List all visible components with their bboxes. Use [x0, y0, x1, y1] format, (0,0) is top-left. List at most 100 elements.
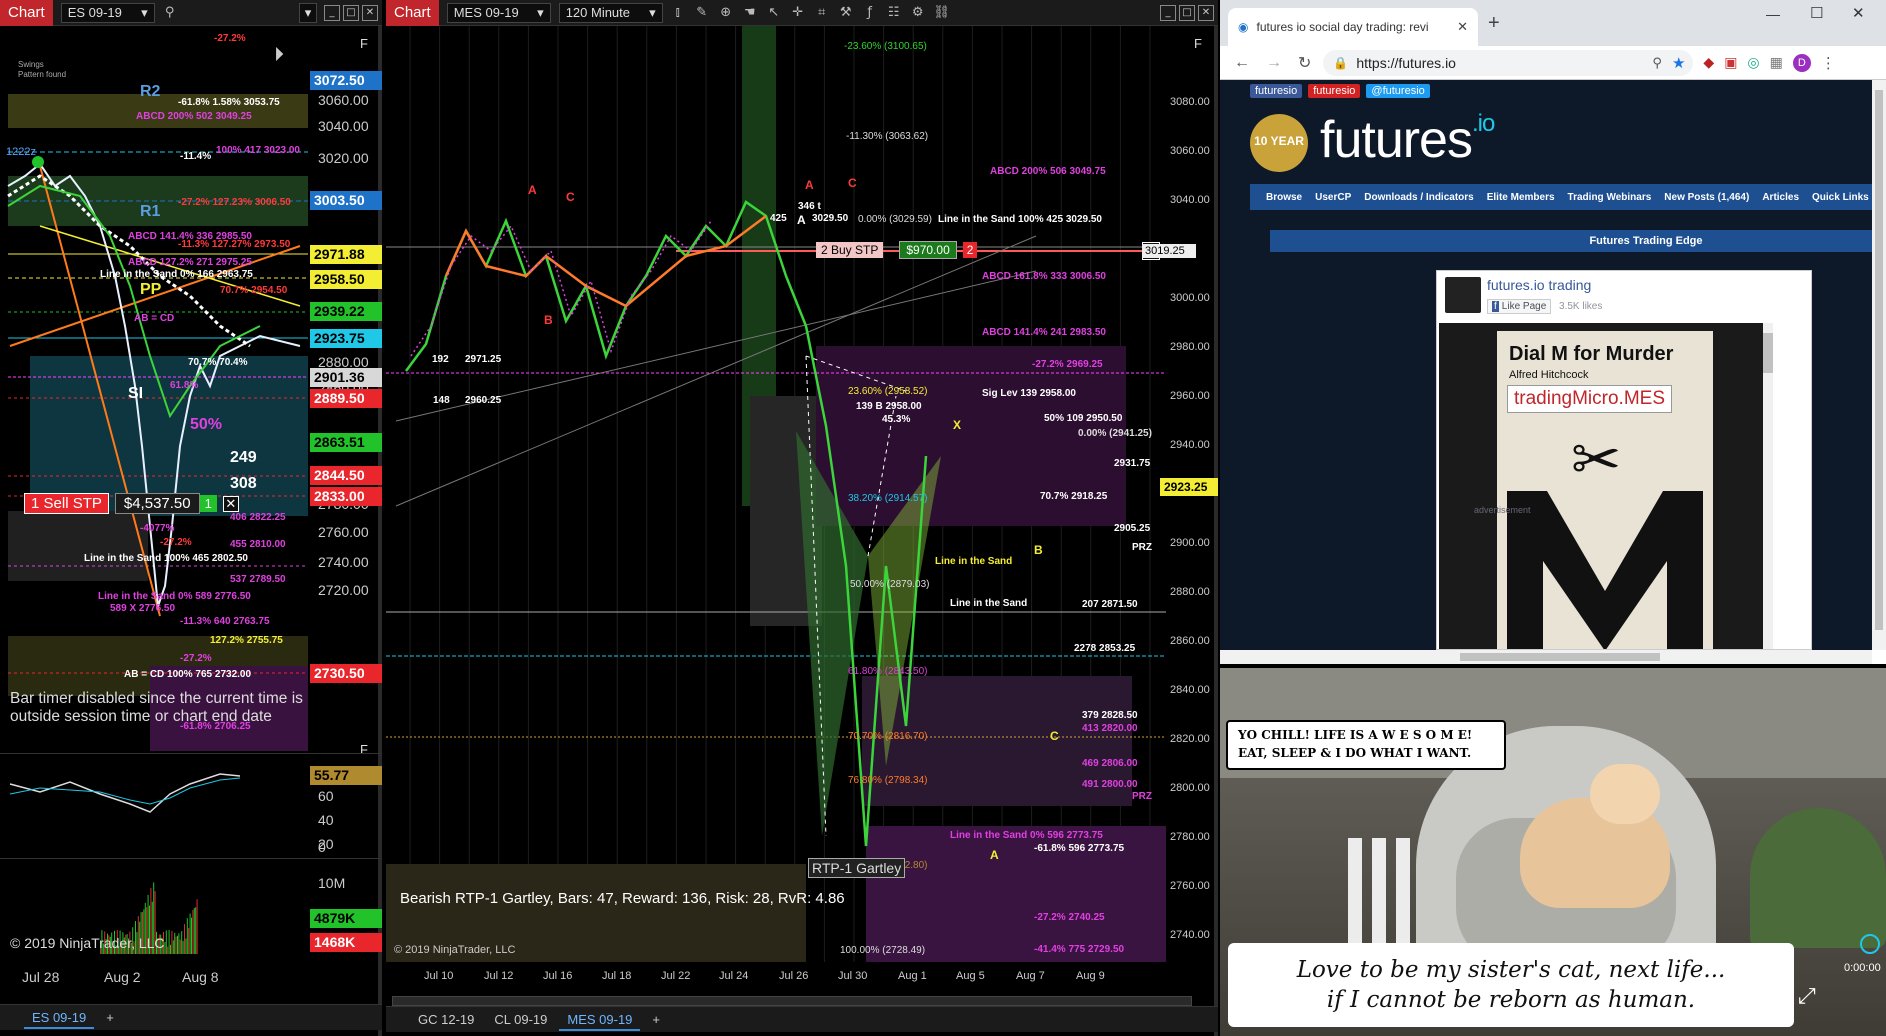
horizontal-scrollbar[interactable]: [1220, 650, 1872, 664]
indicators-icon[interactable]: ƒ: [861, 4, 879, 22]
post-scrollbar[interactable]: [1763, 323, 1773, 649]
fb-page-name[interactable]: futures.io trading: [1487, 277, 1591, 293]
price-box: 2730.50: [310, 664, 382, 683]
minimize-icon[interactable]: —: [1766, 6, 1780, 22]
sell-order-pnl: $4,537.50: [114, 493, 200, 514]
level-label: 70.7% 70.4%: [188, 357, 248, 368]
swing-label: C: [1050, 729, 1059, 743]
site-nav: Browse UserCP Downloads / Indicators Elite …: [1250, 184, 1872, 210]
link-icon[interactable]: ⛓: [933, 4, 951, 22]
extension-icon[interactable]: ◎: [1747, 54, 1759, 71]
add-tab-button[interactable]: +: [644, 1009, 668, 1031]
drawing-tools-icon[interactable]: ⌗: [813, 4, 831, 22]
add-tab-button[interactable]: +: [98, 1007, 122, 1029]
maximize-icon[interactable]: □: [1179, 4, 1195, 21]
new-tab-button[interactable]: +: [1488, 12, 1500, 35]
tab-es-09-19[interactable]: ES 09-19: [24, 1007, 95, 1029]
interval-select[interactable]: 120 Minute ▾: [558, 2, 663, 23]
menu-icon[interactable]: ⋮: [1821, 54, 1836, 72]
close-icon[interactable]: ✕: [362, 4, 378, 21]
level-label: 70.7% 2954.50: [220, 285, 288, 296]
hand-icon[interactable]: ☚: [741, 4, 759, 22]
close-icon[interactable]: ✕: [1457, 19, 1468, 35]
right-chart-label[interactable]: Chart: [386, 0, 439, 26]
avatar[interactable]: D: [1792, 53, 1811, 72]
maximize-icon[interactable]: □: [343, 4, 359, 21]
video-time: 0:00:00: [1844, 962, 1881, 974]
play-indicator[interactable]: ⏵: [274, 44, 284, 67]
tab-mes-09-19[interactable]: MES 09-19: [559, 1009, 641, 1031]
left-x-label: Aug 2: [104, 969, 141, 985]
left-mini-select[interactable]: ▾: [299, 2, 317, 23]
left-sell-order[interactable]: 1 Sell STP $4,537.50 1 ✕: [24, 493, 239, 514]
fullscreen-icon[interactable]: ⤢: [1798, 984, 1816, 1009]
right-instrument-select[interactable]: MES 09-19 ▾: [446, 2, 551, 23]
site-nav-item[interactable]: Quick Links: [1812, 192, 1869, 203]
forward-icon[interactable]: →: [1266, 54, 1282, 72]
search-icon[interactable]: ⚲: [161, 4, 179, 22]
minimize-icon[interactable]: _: [324, 4, 340, 21]
cat-head: [1590, 764, 1660, 824]
star-icon[interactable]: ★: [1672, 54, 1685, 72]
bar-type-icon[interactable]: ⫾: [669, 4, 687, 22]
close-icon[interactable]: ✕: [222, 495, 239, 512]
cursor-icon[interactable]: ↖: [765, 4, 783, 22]
tab-gc-12-19[interactable]: GC 12-19: [410, 1009, 482, 1031]
level-label: 589 X 2776.50: [110, 603, 176, 614]
buy-order-label[interactable]: 2 Buy STP: [816, 242, 884, 258]
page-scrollbar[interactable]: [1872, 80, 1886, 650]
data-box-icon[interactable]: ☷: [885, 4, 903, 22]
fb-like-button[interactable]: f Like Page: [1487, 299, 1552, 314]
horizontal-scrollbar[interactable]: [392, 996, 1192, 1006]
level-label: PRZ: [1132, 542, 1152, 553]
volume-bar: [181, 931, 183, 954]
extension-icon[interactable]: ▣: [1724, 54, 1737, 71]
right-axis-label: 2900.00: [1170, 537, 1210, 549]
zoom-icon[interactable]: ⚲: [1652, 55, 1662, 71]
site-nav-item[interactable]: Downloads / Indicators: [1364, 192, 1473, 203]
left-price-plot: 1222z Swings Pattern found R2 R1 PP ABCD 20…: [0, 26, 310, 751]
crosshair-icon[interactable]: ✛: [789, 4, 807, 22]
zone-cyan: [30, 356, 308, 516]
close-icon[interactable]: ✕: [1198, 4, 1214, 21]
left-chart-label[interactable]: Chart: [0, 0, 53, 26]
close-icon[interactable]: ✕: [1852, 4, 1865, 22]
reload-icon[interactable]: ↻: [1298, 53, 1311, 73]
tab-cl-09-19[interactable]: CL 09-19: [486, 1009, 555, 1031]
site-nav-item[interactable]: UserCP: [1315, 192, 1351, 203]
extension-icon[interactable]: ◆: [1703, 54, 1714, 71]
level-label: 100% 417 3023.00: [216, 145, 300, 156]
site-nav-item[interactable]: Trading Webinars: [1568, 192, 1652, 203]
site-nav-item[interactable]: Browse: [1266, 192, 1302, 203]
level-label: 2905.25: [1114, 523, 1151, 534]
strategy-icon[interactable]: ⚒: [837, 4, 855, 22]
youtube-link[interactable]: futuresio: [1308, 84, 1361, 98]
right-price-plot: -23.60% (3100.65) -11.30% (3063.62) 0.00% …: [386, 26, 1166, 962]
buy-order-qty: 2: [962, 242, 978, 258]
level-label: AB = CD 100% 765 2732.00: [124, 669, 252, 680]
site-nav-item[interactable]: Elite Members: [1487, 192, 1555, 203]
back-icon[interactable]: ←: [1234, 54, 1250, 72]
facebook-link[interactable]: futuresio: [1250, 84, 1303, 98]
maximize-icon[interactable]: ☐: [1810, 4, 1823, 22]
level-label: -27.2%: [180, 653, 212, 664]
site-logo-text[interactable]: futures.io: [1320, 110, 1495, 170]
buy-order[interactable]: 2 Buy STP $970.00 2: [816, 241, 978, 259]
swing-label: 346 t: [798, 201, 821, 212]
pencil-icon[interactable]: ✎: [693, 4, 711, 22]
sell-order-label[interactable]: 1 Sell STP: [24, 493, 109, 514]
extension-icon[interactable]: ▦: [1770, 54, 1783, 71]
movie-tag: tradingMicro.MES: [1507, 385, 1672, 413]
site-nav-item[interactable]: Articles: [1762, 192, 1799, 203]
pattern-summary: Bearish RTP-1 Gartley, Bars: 47, Reward:…: [400, 890, 845, 907]
properties-icon[interactable]: ⚙: [909, 4, 927, 22]
minimize-icon[interactable]: _: [1160, 4, 1176, 21]
browser-tab[interactable]: ◉ futures io social day trading: revi ✕: [1228, 8, 1478, 46]
video-progress-ring[interactable]: [1860, 934, 1880, 954]
url-input[interactable]: 🔒 https://futures.io ⚲ ★: [1323, 49, 1694, 76]
twitter-link[interactable]: @futuresio: [1366, 84, 1430, 98]
swings-note-2: Pattern found: [18, 70, 67, 79]
zoom-in-icon[interactable]: ⊕: [717, 4, 735, 22]
site-nav-item[interactable]: New Posts (1,464): [1664, 192, 1749, 203]
left-instrument-select[interactable]: ES 09-19 ▾: [60, 2, 155, 23]
